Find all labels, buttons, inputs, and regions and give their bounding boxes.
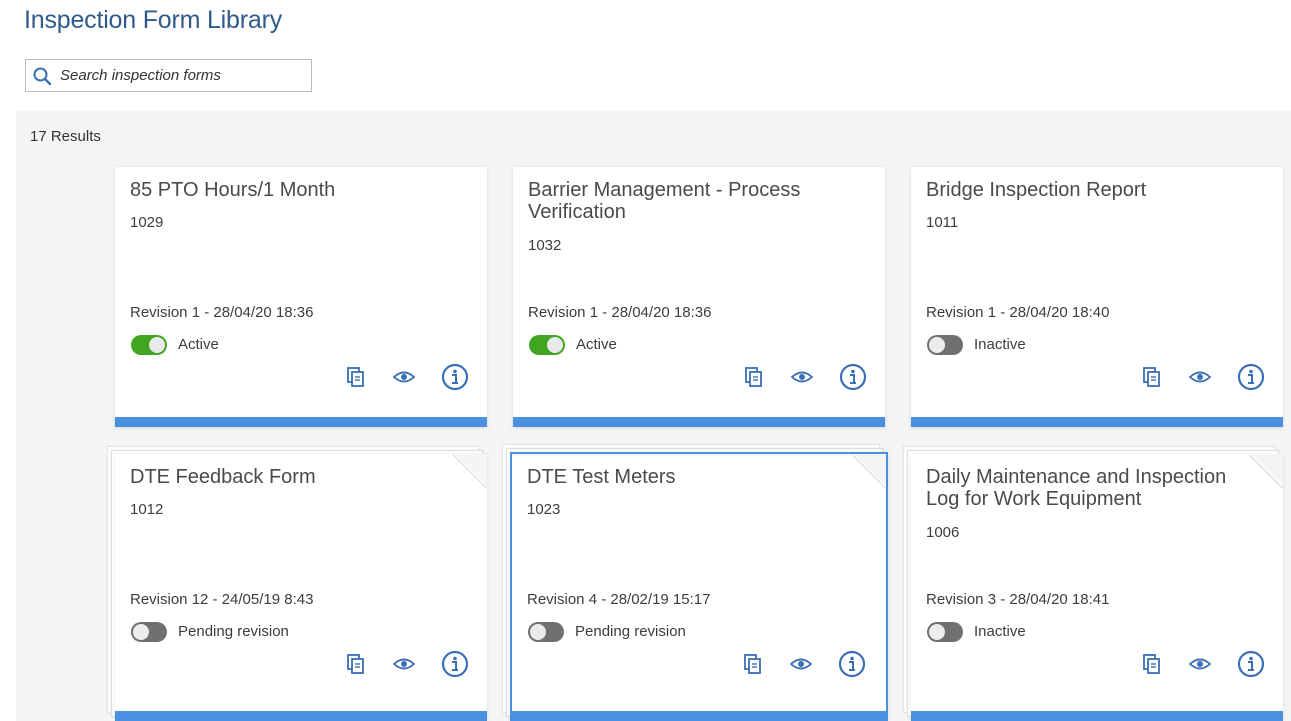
results-count: 17 Results [30, 128, 101, 145]
form-card[interactable]: Bridge Inspection Report 1011 Revision 1… [911, 167, 1283, 427]
info-icon[interactable] [1237, 650, 1265, 678]
copy-icon[interactable] [347, 654, 365, 674]
card-accent-bar [911, 417, 1283, 427]
eye-icon[interactable] [1189, 367, 1211, 387]
info-icon[interactable] [839, 363, 867, 391]
copy-icon[interactable] [1143, 654, 1161, 674]
copy-icon[interactable] [744, 654, 762, 674]
card-id: 1012 [130, 501, 164, 518]
status-toggle[interactable] [927, 622, 963, 642]
card-revision: Revision 1 - 28/04/20 18:40 [926, 304, 1110, 321]
card-revision: Revision 3 - 28/04/20 18:41 [926, 591, 1110, 608]
form-card-selected[interactable]: DTE Test Meters 1023 Revision 4 - 28/02/… [510, 452, 888, 721]
search-input[interactable] [60, 63, 305, 88]
card-accent-bar [513, 417, 885, 427]
toggle-knob [149, 337, 165, 353]
info-icon[interactable] [441, 363, 469, 391]
card-title[interactable]: DTE Feedback Form [130, 466, 470, 488]
status-toggle[interactable] [927, 335, 963, 355]
card-revision: Revision 12 - 24/05/19 8:43 [130, 591, 314, 608]
info-icon[interactable] [441, 650, 469, 678]
info-icon[interactable] [1237, 363, 1265, 391]
toggle-knob [929, 337, 945, 353]
search-box[interactable] [25, 59, 312, 92]
card-id: 1006 [926, 524, 960, 541]
eye-icon[interactable] [790, 654, 812, 674]
card-accent-bar [510, 711, 888, 721]
card-revision: Revision 1 - 28/04/20 18:36 [528, 304, 712, 321]
status-toggle[interactable] [528, 622, 564, 642]
card-title[interactable]: Bridge Inspection Report [926, 179, 1266, 201]
status-toggle[interactable] [131, 622, 167, 642]
toggle-knob [547, 337, 563, 353]
status-label: Active [576, 336, 617, 353]
eye-icon[interactable] [791, 367, 813, 387]
card-accent-bar [115, 711, 487, 721]
card-title[interactable]: DTE Test Meters [527, 466, 867, 488]
card-accent-bar [911, 711, 1283, 721]
info-icon[interactable] [838, 650, 866, 678]
form-card[interactable]: Barrier Management - Process Verificatio… [513, 167, 885, 427]
form-card[interactable]: Daily Maintenance and Inspection Log for… [911, 454, 1283, 721]
status-label: Inactive [974, 623, 1026, 640]
card-title[interactable]: Daily Maintenance and Inspection Log for… [926, 466, 1261, 510]
eye-icon[interactable] [1189, 654, 1211, 674]
card-title[interactable]: Barrier Management - Process Verificatio… [528, 179, 858, 223]
form-card[interactable]: 85 PTO Hours/1 Month 1029 Revision 1 - 2… [115, 167, 487, 427]
copy-icon[interactable] [745, 367, 763, 387]
toggle-knob [133, 624, 149, 640]
card-title[interactable]: 85 PTO Hours/1 Month [130, 179, 470, 201]
eye-icon[interactable] [393, 654, 415, 674]
card-id: 1032 [528, 237, 562, 254]
status-toggle[interactable] [131, 335, 167, 355]
status-toggle[interactable] [529, 335, 565, 355]
eye-icon[interactable] [393, 367, 415, 387]
status-label: Active [178, 336, 219, 353]
page-title: Inspection Form Library [24, 6, 282, 34]
copy-icon[interactable] [1143, 367, 1161, 387]
results-panel: 17 Results 85 PTO Hours/1 Month 1029 Rev… [16, 111, 1291, 721]
status-label: Inactive [974, 336, 1026, 353]
toggle-knob [929, 624, 945, 640]
card-id: 1029 [130, 214, 164, 231]
card-id: 1011 [926, 214, 959, 231]
form-card[interactable]: DTE Feedback Form 1012 Revision 12 - 24/… [115, 454, 487, 721]
card-revision: Revision 1 - 28/04/20 18:36 [130, 304, 314, 321]
toggle-knob [530, 624, 546, 640]
card-accent-bar [115, 417, 487, 427]
search-icon [33, 67, 52, 86]
status-label: Pending revision [575, 623, 686, 640]
status-label: Pending revision [178, 623, 289, 640]
card-id: 1023 [527, 501, 561, 518]
copy-icon[interactable] [347, 367, 365, 387]
card-revision: Revision 4 - 28/02/19 15:17 [527, 591, 711, 608]
